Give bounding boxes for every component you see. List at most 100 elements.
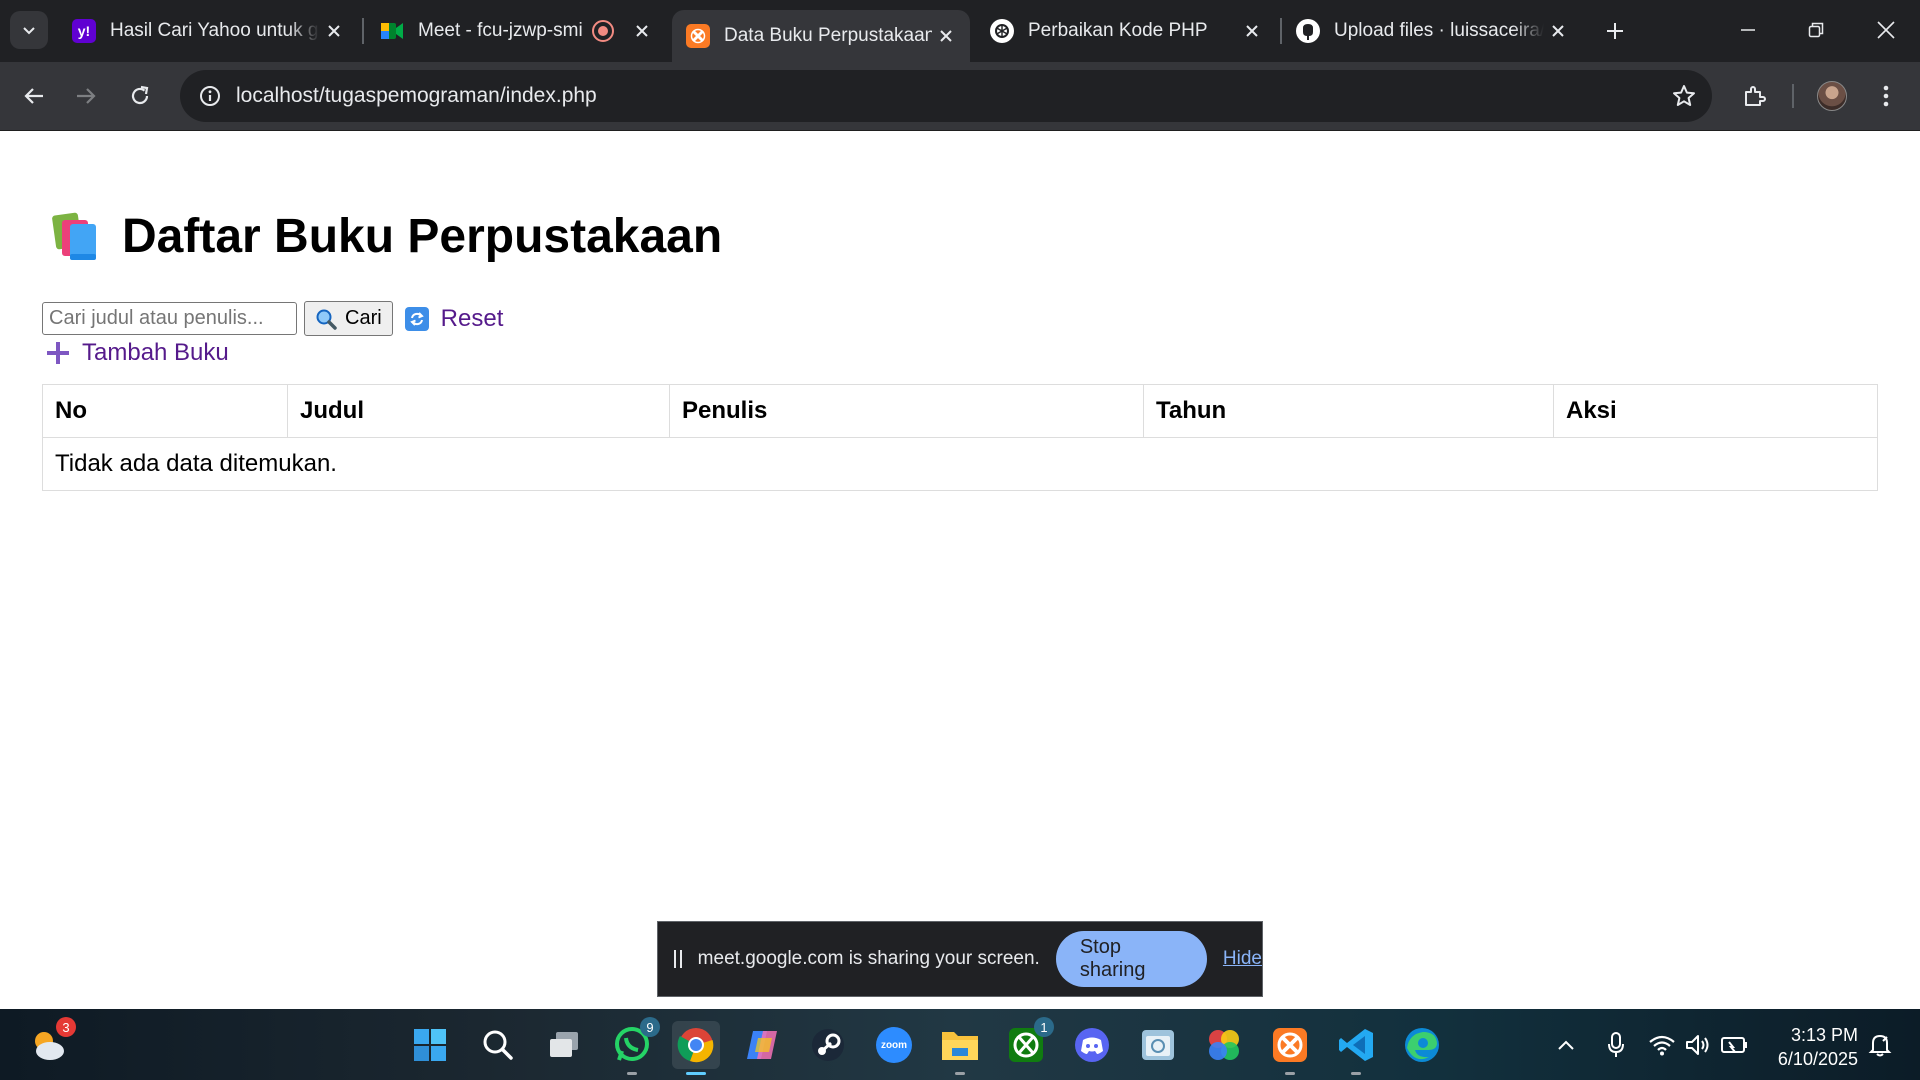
- active-indicator: [686, 1072, 706, 1075]
- column-header-tahun: Tahun: [1143, 384, 1554, 438]
- chrome-app[interactable]: [672, 1021, 720, 1075]
- add-book-link[interactable]: Tambah Buku: [46, 339, 229, 367]
- site-info-icon[interactable]: [192, 78, 228, 114]
- recording-icon: [592, 20, 614, 42]
- tab-meet[interactable]: Meet - fcu-jzwp-smi: [366, 10, 666, 52]
- edge-icon: [1405, 1028, 1439, 1062]
- photos-app[interactable]: [1200, 1021, 1248, 1069]
- xampp-icon: [686, 24, 710, 48]
- empty-table-message: Tidak ada data ditemukan.: [42, 437, 1878, 491]
- clock-date: 6/10/2025: [1777, 1049, 1858, 1069]
- chevron-up-icon: [1558, 1040, 1574, 1050]
- tab-title: Perbaikan Kode PHP: [1028, 20, 1208, 41]
- reset-link-label: Reset: [440, 304, 504, 332]
- whatsapp-app[interactable]: 9: [608, 1017, 660, 1075]
- copilot-icon: [747, 1031, 777, 1059]
- file-explorer-app[interactable]: [936, 1021, 984, 1075]
- url-text[interactable]: localhost/tugaspemograman/index.php: [236, 84, 597, 108]
- column-header-no: No: [42, 384, 288, 438]
- search-form: Cari Reset: [42, 301, 503, 336]
- show-hidden-icons-button[interactable]: [1550, 1029, 1582, 1061]
- tab-title: Upload files · luissaceira/tugas: [1334, 20, 1544, 41]
- hide-share-bar-link[interactable]: Hide: [1223, 948, 1262, 970]
- arrow-left-icon: [24, 88, 43, 104]
- reset-link[interactable]: Reset: [404, 304, 504, 333]
- books-emoji-icon: [48, 212, 104, 262]
- extensions-icon[interactable]: [1734, 76, 1774, 116]
- tab-separator: [362, 18, 364, 44]
- profile-avatar[interactable]: [1812, 76, 1852, 116]
- close-tab-icon[interactable]: [628, 17, 656, 45]
- restore-icon: [1808, 22, 1824, 38]
- reload-icon: [131, 85, 149, 105]
- running-indicator: [1351, 1072, 1361, 1075]
- folder-icon: [942, 1032, 978, 1060]
- drag-handle-icon[interactable]: [674, 950, 682, 968]
- xampp-icon: [1273, 1028, 1307, 1062]
- search-button[interactable]: Cari: [304, 301, 393, 336]
- start-button[interactable]: [406, 1021, 454, 1069]
- table-row: Tidak ada data ditemukan.: [42, 437, 1878, 491]
- zoom-app[interactable]: zoom: [870, 1021, 918, 1069]
- taskbar-search-button[interactable]: [474, 1021, 522, 1069]
- toolbar-separator: [1792, 84, 1794, 108]
- search-icon: [483, 1030, 513, 1060]
- discord-app[interactable]: [1068, 1021, 1116, 1069]
- restore-button[interactable]: [1782, 0, 1850, 60]
- browser-menu-icon[interactable]: [1866, 76, 1906, 116]
- wifi-tray-icon[interactable]: [1646, 1029, 1678, 1061]
- close-tab-icon[interactable]: [1544, 17, 1572, 45]
- browser-tab-bar: y! Hasil Cari Yahoo untuk graphic Meet -…: [0, 0, 1920, 62]
- close-tab-icon[interactable]: [320, 17, 348, 45]
- vscode-icon: [1339, 1029, 1373, 1061]
- tab-yahoo[interactable]: y! Hasil Cari Yahoo untuk graphic: [58, 10, 358, 52]
- taskbar-clock[interactable]: 3:13 PM 6/10/2025: [1766, 1023, 1858, 1071]
- weather-widget[interactable]: 3: [24, 1017, 76, 1069]
- screen-share-bar: meet.google.com is sharing your screen. …: [657, 921, 1263, 997]
- battery-tray-icon[interactable]: [1718, 1029, 1750, 1061]
- forward-button[interactable]: [64, 74, 108, 118]
- close-window-button[interactable]: [1852, 0, 1920, 60]
- notification-center-button[interactable]: [1864, 1029, 1896, 1061]
- github-icon: [1296, 19, 1320, 43]
- weather-badge: 3: [56, 1017, 76, 1037]
- page-heading: Daftar Buku Perpustakaan: [48, 209, 722, 264]
- chevron-down-icon: [23, 27, 35, 35]
- books-table: No Judul Penulis Tahun Aksi Tidak ada da…: [42, 384, 1878, 491]
- tab-chatgpt[interactable]: Perbaikan Kode PHP: [976, 10, 1276, 52]
- tab-data-buku[interactable]: Data Buku Perpustakaan: [672, 10, 970, 62]
- close-tab-icon[interactable]: [1238, 17, 1266, 45]
- share-status-text: meet.google.com is sharing your screen.: [697, 948, 1040, 969]
- new-tab-button[interactable]: [1598, 14, 1632, 48]
- search-input[interactable]: [42, 302, 297, 335]
- add-book-row: Tambah Buku: [46, 339, 229, 367]
- microphone-tray-icon[interactable]: [1600, 1029, 1632, 1061]
- tab-search-button[interactable]: [10, 11, 48, 49]
- zoom-icon: zoom: [876, 1027, 912, 1063]
- reload-button[interactable]: [118, 74, 162, 118]
- stop-sharing-button[interactable]: Stop sharing: [1055, 931, 1207, 987]
- browser-toolbar: localhost/tugaspemograman/index.php: [0, 62, 1920, 131]
- windows-taskbar: 3 9 zoom 1 3:13 PM 6/10/2025: [0, 1009, 1920, 1080]
- page-title: Daftar Buku Perpustakaan: [122, 210, 723, 263]
- running-indicator: [955, 1072, 965, 1075]
- app-generic[interactable]: [1134, 1021, 1182, 1069]
- copilot-app[interactable]: [738, 1021, 786, 1069]
- back-button[interactable]: [12, 74, 56, 118]
- column-header-penulis: Penulis: [669, 384, 1144, 438]
- add-book-label: Tambah Buku: [82, 339, 229, 366]
- minimize-button[interactable]: [1714, 0, 1782, 60]
- bookmark-star-icon[interactable]: [1664, 76, 1704, 116]
- xampp-app[interactable]: [1266, 1021, 1314, 1075]
- steam-app[interactable]: [804, 1021, 852, 1069]
- vscode-app[interactable]: [1332, 1021, 1380, 1075]
- zoom-icon-label: zoom: [880, 1039, 908, 1051]
- close-icon: [1877, 21, 1895, 39]
- close-tab-icon[interactable]: [932, 22, 960, 50]
- tab-github[interactable]: Upload files · luissaceira/tugas: [1282, 10, 1582, 52]
- address-bar[interactable]: localhost/tugaspemograman/index.php: [180, 70, 1712, 122]
- xbox-app[interactable]: 1: [1002, 1017, 1054, 1069]
- edge-app[interactable]: [1398, 1021, 1446, 1069]
- volume-tray-icon[interactable]: [1682, 1029, 1714, 1061]
- task-view-button[interactable]: [540, 1021, 588, 1069]
